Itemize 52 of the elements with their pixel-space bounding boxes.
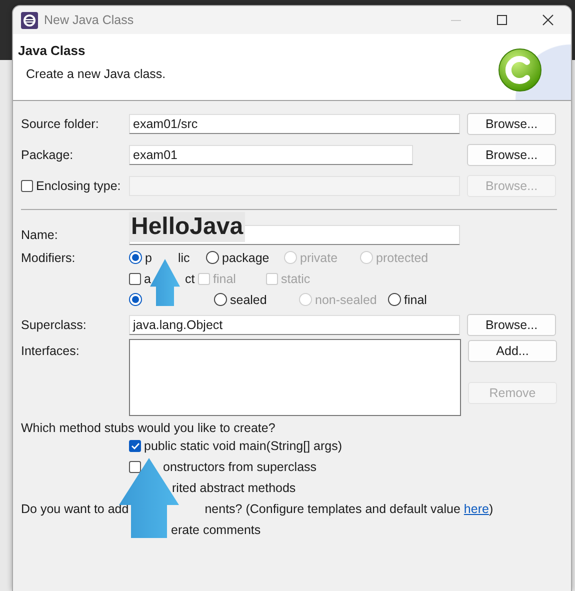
- field-label: Package:: [21, 148, 74, 162]
- text-field[interactable]: java.lang.Object: [129, 315, 460, 335]
- field-label: Modifiers:: [21, 250, 76, 264]
- checkbox-label: Enclosing type:: [36, 179, 121, 193]
- app-icon: [21, 12, 38, 28]
- radio-button[interactable]: [214, 293, 227, 306]
- radio-button[interactable]: [129, 293, 142, 306]
- option-label: final: [404, 292, 427, 306]
- checkbox-label: onstructors from superclass: [163, 460, 317, 474]
- checkbox-label: erate comments: [171, 522, 261, 536]
- checkbox[interactable]: [129, 272, 141, 284]
- configure-link[interactable]: here: [464, 502, 489, 516]
- option-label: protected: [376, 250, 428, 264]
- option-label: private: [300, 250, 338, 264]
- question-text: nents? (Configure templates and default value here): [204, 502, 494, 516]
- radio-button[interactable]: [206, 251, 219, 264]
- checkbox[interactable]: [129, 460, 141, 472]
- option-label: final: [213, 272, 236, 286]
- radio-button[interactable]: [388, 293, 401, 306]
- question-text: Do you want to add: [21, 502, 129, 516]
- checkbox[interactable]: [21, 180, 33, 192]
- checkbox-label: rited abstract methods: [172, 480, 296, 494]
- maximize-icon[interactable]: [496, 14, 508, 26]
- field-label: Interfaces:: [21, 343, 80, 360]
- option-label: package: [222, 250, 270, 264]
- option-label: sealed: [230, 292, 267, 306]
- browse-button[interactable]: Browse...: [467, 113, 556, 135]
- close-icon[interactable]: [542, 14, 554, 26]
- window-title: New Java Class: [44, 13, 135, 27]
- interfaces-list[interactable]: [129, 339, 461, 416]
- option-label: a: [144, 272, 151, 286]
- dialog-description: Create a new Java class.: [26, 67, 166, 81]
- option-label: p: [145, 250, 152, 264]
- dialog-heading: Java Class: [18, 43, 86, 58]
- browse-button[interactable]: Browse...: [467, 314, 556, 336]
- field-label: Superclass:: [21, 318, 88, 332]
- checkbox-label: public static void main(String[] args): [144, 438, 342, 452]
- option-label: lic: [178, 250, 190, 264]
- browse-button[interactable]: Browse...: [467, 144, 556, 166]
- option-label: ct: [184, 272, 195, 286]
- option-label: static: [281, 272, 310, 286]
- text-field[interactable]: exam01: [129, 145, 413, 165]
- add-button[interactable]: Add...: [468, 340, 557, 362]
- annotation-tooltip: HelloJava: [129, 212, 246, 242]
- option-label: non-sealed: [315, 292, 377, 306]
- section-question: Which method stubs would you like to create?: [21, 421, 276, 435]
- checkbox[interactable]: [129, 440, 141, 452]
- text-field[interactable]: exam01/src: [129, 114, 460, 134]
- field-label: Name:: [21, 228, 59, 242]
- up-arrow: [150, 259, 180, 306]
- field-label: Source folder:: [21, 117, 100, 131]
- radio-button[interactable]: [129, 251, 142, 264]
